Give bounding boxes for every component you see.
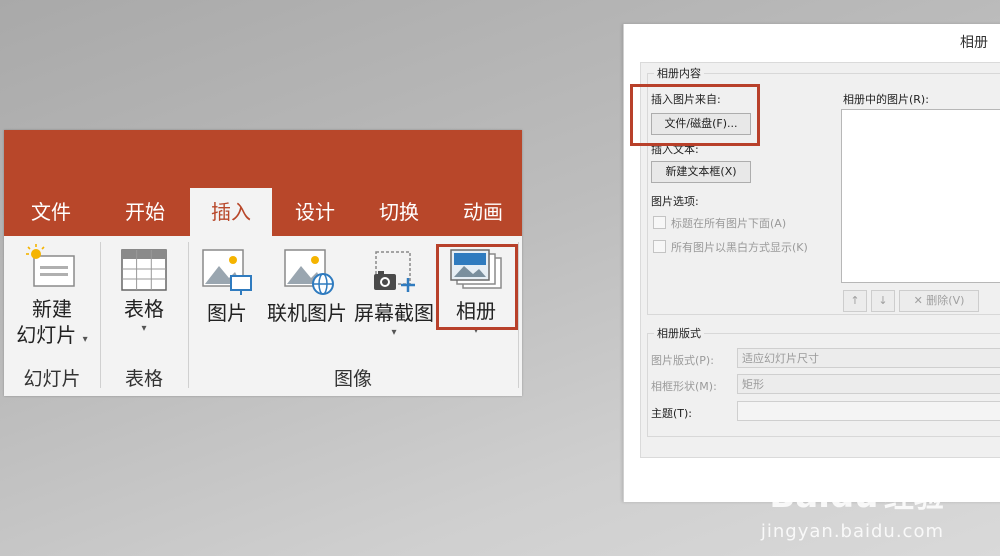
picture-label: 图片 bbox=[207, 301, 247, 325]
group-divider bbox=[100, 242, 101, 388]
table-label: 表格 bbox=[124, 297, 164, 321]
group-divider bbox=[518, 242, 519, 388]
screenshot-icon bbox=[374, 251, 415, 292]
black-white-checkbox[interactable] bbox=[653, 240, 666, 253]
tab-file[interactable]: 文件 bbox=[12, 188, 90, 236]
frame-shape-label: 相框形状(M): bbox=[651, 380, 717, 393]
new-textbox-button[interactable]: 新建文本框(X) bbox=[651, 161, 751, 183]
picture-layout-label: 图片版式(P): bbox=[651, 354, 714, 367]
caption-below-checkbox[interactable] bbox=[653, 216, 666, 229]
watermark-brand: Bai bbox=[769, 476, 830, 516]
photo-album-dialog: 相册 相册内容 插入图片来自: 文件/磁盘(F)... 插入文本: 新建文本框(… bbox=[623, 24, 1000, 502]
pictures-in-album-list[interactable] bbox=[841, 109, 1000, 283]
new-slide-label-line2: 幻灯片 bbox=[16, 323, 77, 347]
group-label-tables: 表格 bbox=[124, 368, 163, 390]
picture-options-label: 图片选项: bbox=[651, 195, 699, 208]
screenshot-button[interactable]: 屏幕截图 ▾ bbox=[352, 248, 436, 340]
chevron-down-icon: ▾ bbox=[82, 334, 88, 345]
move-up-button[interactable]: ↑ bbox=[843, 290, 867, 312]
remove-label: 删除(V) bbox=[926, 294, 965, 307]
watermark-brand-3: 经验 bbox=[884, 480, 944, 515]
online-picture-button[interactable]: 联机图片 bbox=[264, 248, 350, 326]
dialog-title: 相册 bbox=[960, 35, 988, 51]
album-highlight-box bbox=[436, 244, 518, 330]
group-label-images: 图像 bbox=[333, 368, 372, 390]
new-slide-icon bbox=[26, 244, 75, 287]
tab-transitions[interactable]: 切换 bbox=[358, 188, 440, 236]
screenshot-label: 屏幕截图 bbox=[354, 301, 434, 325]
arrow-up-icon: ↑ bbox=[850, 294, 860, 307]
move-down-button[interactable]: ↓ bbox=[871, 290, 895, 312]
group-divider bbox=[188, 242, 189, 388]
online-picture-label: 联机图片 bbox=[267, 301, 347, 325]
picture-layout-select[interactable]: 适应幻灯片尺寸 bbox=[737, 348, 1000, 368]
new-slide-label-line1: 新建 bbox=[32, 297, 72, 321]
watermark-url: jingyan.baidu.com bbox=[760, 521, 944, 542]
table-icon bbox=[121, 249, 167, 291]
baidu-watermark: Baidu 经验 bbox=[769, 472, 944, 516]
picture-button[interactable]: 图片 bbox=[198, 248, 256, 326]
online-picture-icon bbox=[284, 249, 334, 295]
chevron-down-icon: ▾ bbox=[391, 327, 397, 338]
watermark-brand-2: du bbox=[829, 476, 879, 516]
album-layout-legend: 相册版式 bbox=[654, 325, 704, 341]
picture-icon bbox=[202, 249, 252, 295]
album-content-legend: 相册内容 bbox=[654, 65, 704, 81]
arrow-down-icon: ↓ bbox=[878, 294, 888, 307]
caption-below-label: 标题在所有图片下面(A) bbox=[671, 217, 787, 230]
group-label-slides: 幻灯片 bbox=[23, 368, 81, 390]
close-icon: ✕ bbox=[913, 294, 923, 307]
chevron-down-icon: ▾ bbox=[141, 323, 147, 334]
pictures-in-album-label: 相册中的图片(R): bbox=[843, 93, 929, 106]
tab-insert[interactable]: 插入 bbox=[190, 188, 272, 236]
new-slide-button[interactable]: 新建 幻灯片 ▾ bbox=[12, 244, 92, 348]
theme-label: 主题(T): bbox=[651, 407, 693, 420]
file-disk-highlight-box bbox=[630, 84, 760, 146]
tab-home[interactable]: 开始 bbox=[104, 188, 186, 236]
black-white-label: 所有图片以黑白方式显示(K) bbox=[671, 241, 808, 254]
theme-input[interactable] bbox=[737, 401, 1000, 421]
remove-button[interactable]: ✕ 删除(V) bbox=[899, 290, 979, 312]
table-button[interactable]: 表格 ▾ bbox=[108, 248, 180, 336]
frame-shape-select[interactable]: 矩形 bbox=[737, 374, 1000, 394]
powerpoint-ribbon: 文件 开始 插入 设计 切换 动画 新建 幻灯片 ▾ 幻灯片 表格 ▾ 表格 图… bbox=[4, 130, 522, 396]
tab-animations[interactable]: 动画 bbox=[442, 188, 522, 236]
tab-design[interactable]: 设计 bbox=[274, 188, 356, 236]
